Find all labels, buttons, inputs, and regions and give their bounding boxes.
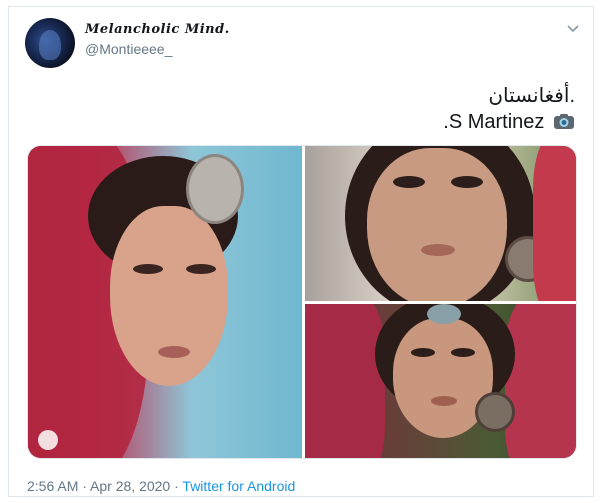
photo-3-scarf-right xyxy=(505,304,576,458)
photo-3-lips xyxy=(431,396,457,406)
tweet-text-line2-text: .S Martinez xyxy=(443,111,545,133)
photo-3-headpiece xyxy=(427,304,461,324)
camera-icon xyxy=(554,114,574,129)
photo-1-headpiece xyxy=(186,154,244,224)
display-name[interactable]: Melancholic Mind. xyxy=(85,22,230,37)
photo-1[interactable] xyxy=(28,146,302,458)
tweet-time[interactable]: 2:56 AM xyxy=(27,478,78,494)
photo-1-eye-left xyxy=(133,264,163,274)
photo-2-eye-left xyxy=(393,176,425,188)
tweet-date[interactable]: Apr 28, 2020 xyxy=(90,478,170,494)
tweet-source-link[interactable]: Twitter for Android xyxy=(182,478,295,494)
photo-2-scarf xyxy=(533,146,576,301)
meta-separator: · xyxy=(78,478,91,494)
tweet-meta: 2:56 AM · Apr 28, 2020 · Twitter for And… xyxy=(27,478,295,494)
avatar-figure xyxy=(39,30,61,60)
tweet-text: أفغانستان. .S Martinez xyxy=(443,83,575,135)
photo-3[interactable] xyxy=(305,304,576,458)
chevron-down-icon[interactable] xyxy=(564,19,582,37)
photo-1-eye-right xyxy=(186,264,216,274)
media-grid[interactable] xyxy=(27,145,577,459)
photo-2-eye-right xyxy=(451,176,483,188)
photo-3-scarf xyxy=(305,304,385,458)
photo-badge xyxy=(38,430,58,450)
photo-3-eye-right xyxy=(451,348,475,357)
tweet-text-line1: أفغانستان. xyxy=(488,85,575,107)
photo-1-lips xyxy=(158,346,190,358)
avatar[interactable] xyxy=(25,18,75,68)
photo-3-earring xyxy=(475,392,515,432)
photo-2[interactable] xyxy=(305,146,576,301)
photo-2-lips xyxy=(421,244,455,256)
photo-1-face xyxy=(110,206,228,386)
photo-3-eye-left xyxy=(411,348,435,357)
photo-2-face xyxy=(367,148,507,301)
meta-separator: · xyxy=(170,478,183,494)
tweet-card: Melancholic Mind. @Montieeee_ أفغانستان.… xyxy=(8,6,594,497)
tweet-text-line2: .S Martinez xyxy=(443,109,575,135)
user-handle[interactable]: @Montieeee_ xyxy=(85,41,172,57)
